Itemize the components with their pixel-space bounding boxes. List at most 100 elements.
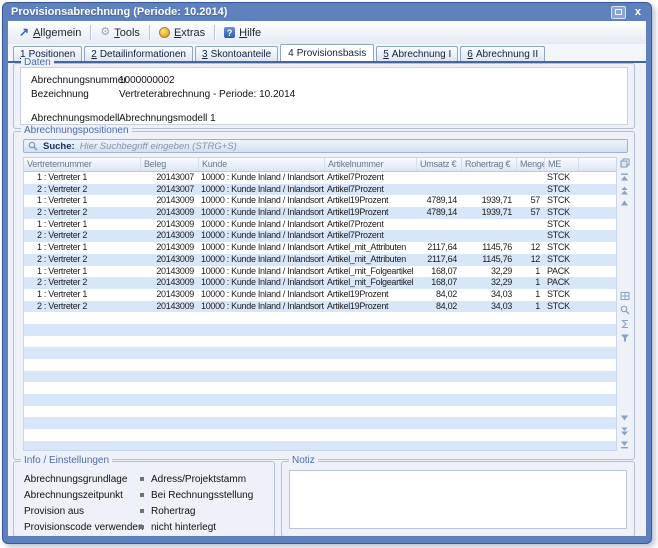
info-row-abrechnungsgrundlage: Abrechnungsgrundlage Adress/Projektstamm <box>24 471 270 487</box>
column-header-beleg[interactable]: Beleg <box>141 158 199 171</box>
column-header-kunde[interactable]: Kunde <box>199 158 325 171</box>
groupbox-daten: Daten Abrechnungsnummer 1000000002 Bezei… <box>13 63 635 129</box>
table-row[interactable]: 1 : Vertreter 12014300910000 : Kunde Inl… <box>24 289 616 301</box>
table-row[interactable]: 1 : Vertreter 12014300910000 : Kunde Inl… <box>24 195 616 207</box>
cell-filler <box>579 406 616 418</box>
cell-menge <box>517 359 545 371</box>
table-icon <box>620 291 630 301</box>
toolbar: ↗ Allgemein ⚙ Tools Extras ? Hilfe <box>8 21 646 45</box>
cell-me: STCK <box>545 242 579 254</box>
table-row-empty <box>24 406 616 418</box>
restore-button[interactable] <box>611 6 626 19</box>
tab-provisionsbasis[interactable]: 4 Provisionsbasis <box>280 44 374 61</box>
cell-kunde <box>199 324 325 336</box>
column-header-vertreternummer[interactable]: Vertreternummer <box>24 158 141 171</box>
cell-rohertrag: 32,29 <box>462 277 517 289</box>
cell-vertreternummer <box>24 382 141 394</box>
groupbox-notiz: Notiz <box>281 461 635 536</box>
cell-menge: 1 <box>517 266 545 278</box>
cell-vertreternummer <box>24 347 141 359</box>
table-row[interactable]: 2 : Vertreter 22014300910000 : Kunde Inl… <box>24 207 616 219</box>
tab-abrechnung-1[interactable]: 5 Abrechnung I <box>376 46 458 61</box>
groupbox-positionen-legend: Abrechnungspositionen <box>21 125 132 137</box>
column-header-umsatz[interactable]: Umsatz € <box>417 158 462 171</box>
tab-detailinformationen[interactable]: 2 Detailinformationen <box>84 46 193 61</box>
groupbox-info-einstellungen: Info / Einstellungen Abrechnungsgrundlag… <box>13 461 275 536</box>
table-row[interactable]: 2 : Vertreter 22014300910000 : Kunde Inl… <box>24 254 616 266</box>
table-row[interactable]: 2 : Vertreter 22014300910000 : Kunde Inl… <box>24 230 616 242</box>
cell-filler <box>579 441 616 451</box>
filter-button[interactable] <box>619 332 630 343</box>
cell-menge <box>517 219 545 231</box>
cell-menge <box>517 230 545 242</box>
cell-umsatz: 84,02 <box>417 301 462 313</box>
tab-label: Detailinformationen <box>100 49 186 60</box>
toolbar-button-hilfe[interactable]: ? Hilfe <box>217 25 268 41</box>
column-header-artikelnummer[interactable]: Artikelnummer <box>325 158 417 171</box>
cell-rohertrag <box>462 312 517 324</box>
scroll-top-button[interactable] <box>619 172 630 183</box>
cell-rohertrag <box>462 219 517 231</box>
table-row[interactable]: 1 : Vertreter 12014300910000 : Kunde Inl… <box>24 242 616 254</box>
cell-menge <box>517 382 545 394</box>
column-header-menge[interactable]: Menge <box>517 158 545 171</box>
column-chooser-button[interactable] <box>619 157 630 168</box>
scroll-up-button[interactable] <box>619 198 630 209</box>
page-up-button[interactable] <box>619 185 630 196</box>
magnifier-icon <box>620 305 630 315</box>
row-search-button[interactable] <box>619 304 630 315</box>
cell-beleg: 20143009 <box>141 266 199 278</box>
toolbar-button-extras[interactable]: Extras <box>152 25 212 41</box>
cell-artikelnummer <box>325 347 417 359</box>
table-row[interactable]: 2 : Vertreter 22014300910000 : Kunde Inl… <box>24 301 616 313</box>
page-down-button[interactable] <box>619 426 630 437</box>
cell-umsatz <box>417 172 462 184</box>
cell-kunde: 10000 : Kunde Inland / Inlandsort <box>199 301 325 313</box>
sum-button[interactable] <box>619 318 630 329</box>
tab-content: Daten Abrechnungsnummer 1000000002 Bezei… <box>8 63 646 536</box>
cell-filler <box>579 195 616 207</box>
cell-filler <box>579 242 616 254</box>
groupbox-info-legend: Info / Einstellungen <box>21 455 112 467</box>
toolbar-button-tools[interactable]: ⚙ Tools <box>93 25 147 41</box>
field-label: Abrechnungsmodell <box>31 113 119 124</box>
table-row[interactable]: 1 : Vertreter 12014300710000 : Kunde Inl… <box>24 172 616 184</box>
scroll-down-icon <box>620 413 629 422</box>
grid-view-button[interactable] <box>619 290 630 301</box>
search-input[interactable]: Suche: Hier Suchbegriff eingeben (STRG+S… <box>23 139 628 153</box>
cell-rohertrag: 1145,76 <box>462 242 517 254</box>
close-button[interactable]: x <box>633 7 643 18</box>
filter-icon <box>620 333 630 343</box>
table-row[interactable]: 2 : Vertreter 22014300910000 : Kunde Inl… <box>24 277 616 289</box>
scroll-down-button[interactable] <box>619 412 630 423</box>
table-row[interactable]: 2 : Vertreter 22014300710000 : Kunde Inl… <box>24 184 616 196</box>
tab-abrechnung-2[interactable]: 6 Abrechnung II <box>460 46 545 61</box>
column-header-me[interactable]: ME <box>545 158 579 171</box>
sum-icon <box>620 319 630 329</box>
arrow-up-right-icon: ↗ <box>19 27 29 38</box>
cell-umsatz: 4789,14 <box>417 207 462 219</box>
notiz-textarea[interactable] <box>289 470 627 529</box>
cell-vertreternummer <box>24 324 141 336</box>
cell-umsatz <box>417 382 462 394</box>
cell-me: STCK <box>545 254 579 266</box>
cell-menge <box>517 406 545 418</box>
scroll-bottom-button[interactable] <box>619 439 630 450</box>
cell-kunde: 10000 : Kunde Inland / Inlandsort <box>199 184 325 196</box>
cell-rohertrag <box>462 172 517 184</box>
cell-umsatz: 2117,64 <box>417 254 462 266</box>
table-row[interactable]: 1 : Vertreter 12014300910000 : Kunde Inl… <box>24 266 616 278</box>
cell-me: PACK <box>545 266 579 278</box>
cell-filler <box>579 266 616 278</box>
table-row[interactable]: 1 : Vertreter 12014300910000 : Kunde Inl… <box>24 219 616 231</box>
cell-artikelnummer <box>325 382 417 394</box>
cell-rohertrag <box>462 324 517 336</box>
titlebar[interactable]: Provisionsabrechnung (Periode: 10.2014) … <box>3 3 651 21</box>
cell-umsatz <box>417 336 462 348</box>
cell-rohertrag <box>462 429 517 441</box>
tab-skontoanteile[interactable]: 3 Skontoanteile <box>195 46 278 61</box>
column-header-rohertrag[interactable]: Rohertrag € <box>462 158 517 171</box>
toolbar-button-label: Allgemein <box>33 27 81 39</box>
toolbar-button-allgemein[interactable]: ↗ Allgemein <box>12 25 88 41</box>
info-value: Rohertrag <box>151 506 195 517</box>
